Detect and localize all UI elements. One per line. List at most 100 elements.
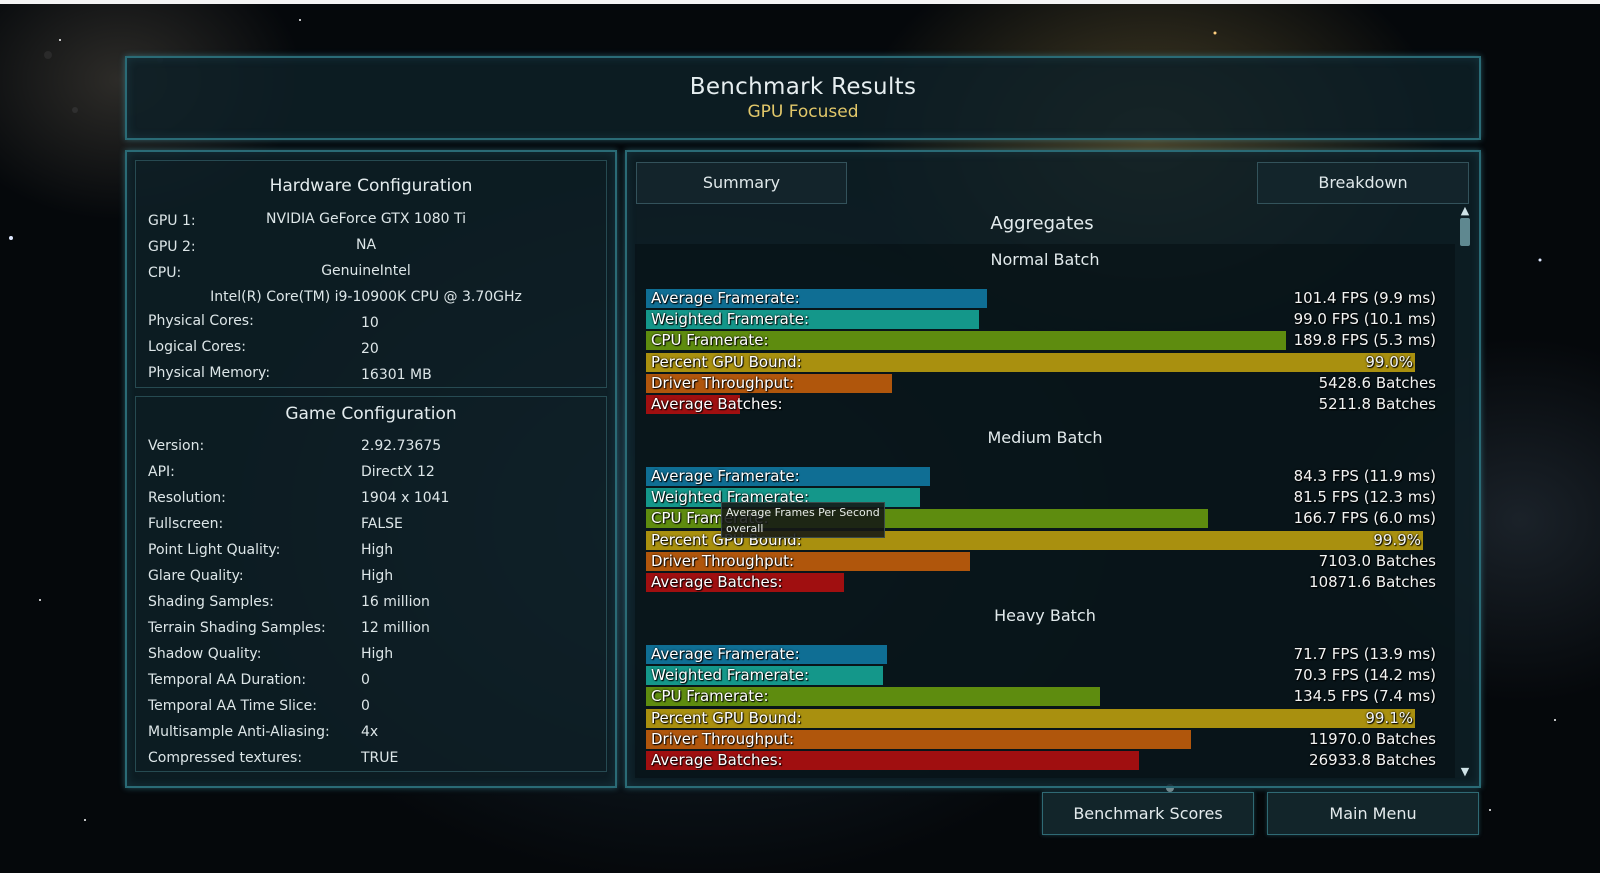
window-top-edge bbox=[0, 0, 1600, 4]
config-value: High bbox=[361, 646, 394, 662]
config-label: Multisample Anti-Aliasing: bbox=[148, 724, 330, 740]
benchmark-scores-button[interactable]: Benchmark Scores bbox=[1042, 792, 1254, 835]
page-title: Benchmark Results bbox=[689, 74, 917, 100]
hardware-configuration-title: Hardware Configuration bbox=[269, 176, 473, 196]
results-panel: Summary Breakdown Aggregates Normal Batc… bbox=[625, 150, 1481, 788]
metric-row[interactable]: Driver Throughput: 5428.6 Batches bbox=[646, 373, 1436, 393]
config-label: Version: bbox=[148, 438, 205, 454]
metric-label: CPU Framerate: bbox=[651, 331, 769, 350]
physical-cores-value: 10 bbox=[361, 315, 379, 331]
metric-row[interactable]: Percent GPU Bound: 99.0% bbox=[646, 352, 1436, 372]
metric-value: 26933.8 Batches bbox=[1309, 751, 1436, 769]
physical-memory-label: Physical Memory: bbox=[148, 365, 271, 381]
metric-label: Driver Throughput: bbox=[651, 373, 795, 392]
scroll-down-icon[interactable]: ▼ bbox=[1458, 765, 1472, 779]
cpu-model: Intel(R) Core(TM) i9-10900K CPU @ 3.70GH… bbox=[210, 289, 522, 305]
config-label: Temporal AA Duration: bbox=[148, 672, 307, 688]
metric-value: 166.7 FPS (6.0 ms) bbox=[1293, 509, 1436, 528]
tooltip-line-1: Average Frames Per Second bbox=[726, 506, 880, 519]
metric-row[interactable]: CPU Framerate: 189.8 FPS (5.3 ms) bbox=[646, 331, 1436, 351]
config-label: Fullscreen: bbox=[148, 516, 224, 532]
metric-row[interactable]: Average Framerate: 84.3 FPS (11.9 ms) bbox=[646, 467, 1436, 486]
vertical-scrollbar[interactable]: ▲ ▼ bbox=[1458, 204, 1472, 779]
metric-label: Average Framerate: bbox=[651, 289, 800, 307]
metric-row[interactable]: Percent GPU Bound: 99.1% bbox=[646, 708, 1436, 728]
metric-row[interactable]: Weighted Framerate: 99.0 FPS (10.1 ms) bbox=[646, 310, 1436, 330]
config-value: 4x bbox=[361, 724, 379, 740]
metric-row[interactable]: Driver Throughput: 7103.0 Batches bbox=[646, 551, 1436, 571]
breakdown-tab[interactable]: Breakdown bbox=[1257, 162, 1469, 204]
batch-title: Heavy Batch bbox=[994, 606, 1096, 625]
config-label: Compressed textures: bbox=[148, 750, 303, 766]
cpu-vendor: GenuineIntel bbox=[321, 263, 411, 279]
config-value: FALSE bbox=[361, 516, 403, 532]
gpu2-value: NA bbox=[355, 237, 377, 253]
metric-value: 189.8 FPS (5.3 ms) bbox=[1293, 331, 1436, 350]
batch-title: Medium Batch bbox=[987, 428, 1103, 447]
metric-label: Driver Throughput: bbox=[651, 729, 795, 748]
logical-cores-value: 20 bbox=[361, 341, 379, 357]
config-label: Glare Quality: bbox=[148, 568, 244, 584]
main-menu-button[interactable]: Main Menu bbox=[1267, 792, 1479, 835]
metric-value: 5428.6 Batches bbox=[1318, 373, 1436, 392]
metric-value: 7103.0 Batches bbox=[1318, 551, 1436, 570]
metric-value: 71.7 FPS (13.9 ms) bbox=[1293, 645, 1436, 663]
metric-label: Average Framerate: bbox=[651, 645, 800, 663]
config-value: High bbox=[361, 568, 394, 584]
tooltip-line-2: overall bbox=[726, 522, 764, 535]
hardware-configuration-section: Hardware Configuration GPU 1: NVIDIA GeF… bbox=[135, 160, 607, 388]
metric-row[interactable]: Average Framerate: 71.7 FPS (13.9 ms) bbox=[646, 645, 1436, 664]
scroll-thumb[interactable] bbox=[1460, 218, 1470, 246]
metric-value: 5211.8 Batches bbox=[1318, 395, 1436, 413]
gpu1-value: NVIDIA GeForce GTX 1080 Ti bbox=[266, 211, 466, 227]
metric-value: 99.0 FPS (10.1 ms) bbox=[1293, 310, 1436, 329]
batch-section: Heavy Batch Average Framerate: 71.7 FPS (1… bbox=[635, 600, 1455, 778]
config-label: Shading Samples: bbox=[148, 594, 274, 610]
metric-label: Driver Throughput: bbox=[651, 551, 795, 570]
batch-title: Normal Batch bbox=[990, 250, 1100, 269]
config-value: 0 bbox=[361, 698, 370, 714]
metric-label: Weighted Framerate: bbox=[651, 310, 810, 329]
metric-value: 70.3 FPS (14.2 ms) bbox=[1293, 666, 1436, 685]
header-panel: Benchmark Results GPU Focused bbox=[125, 56, 1481, 140]
metric-row[interactable]: Average Batches: 26933.8 Batches bbox=[646, 751, 1436, 770]
config-label: API: bbox=[148, 464, 175, 480]
metric-value: 101.4 FPS (9.9 ms) bbox=[1293, 289, 1436, 307]
configuration-panel: Hardware Configuration GPU 1: NVIDIA GeF… bbox=[125, 150, 617, 788]
summary-tab[interactable]: Summary bbox=[636, 162, 847, 204]
framerate-tooltip: Average Frames Per Second overall bbox=[721, 502, 885, 538]
metric-label: Average Batches: bbox=[651, 395, 783, 413]
metric-row[interactable]: Weighted Framerate: 70.3 FPS (14.2 ms) bbox=[646, 666, 1436, 686]
config-value: DirectX 12 bbox=[361, 464, 435, 480]
metric-label: Weighted Framerate: bbox=[651, 666, 810, 685]
metric-label: Percent GPU Bound: bbox=[651, 352, 802, 371]
metric-row[interactable]: Average Batches: 10871.6 Batches bbox=[646, 573, 1436, 592]
metric-value: 11970.0 Batches bbox=[1309, 729, 1436, 748]
aggregates-title: Aggregates bbox=[990, 213, 1094, 234]
config-label: Resolution: bbox=[148, 490, 226, 506]
config-label: Shadow Quality: bbox=[148, 646, 262, 662]
config-label: Temporal AA Time Slice: bbox=[148, 698, 317, 714]
config-value: 12 million bbox=[361, 620, 430, 636]
metric-label: Average Batches: bbox=[651, 751, 783, 769]
metric-row[interactable]: Driver Throughput: 11970.0 Batches bbox=[646, 729, 1436, 749]
logical-cores-label: Logical Cores: bbox=[148, 339, 246, 355]
config-value: 16 million bbox=[361, 594, 430, 610]
metric-value: 99.0% bbox=[1365, 352, 1413, 371]
config-value: 2.92.73675 bbox=[361, 438, 442, 454]
config-value: High bbox=[361, 542, 394, 558]
metric-value: 99.9% bbox=[1373, 530, 1421, 549]
game-configuration-section: Game Configuration Version: 2.92.73675 A… bbox=[135, 396, 607, 772]
scroll-up-icon[interactable]: ▲ bbox=[1458, 204, 1472, 218]
config-value: 0 bbox=[361, 672, 370, 688]
physical-cores-label: Physical Cores: bbox=[148, 313, 254, 329]
metric-value: 10871.6 Batches bbox=[1309, 573, 1436, 591]
metric-row[interactable]: Average Batches: 5211.8 Batches bbox=[646, 395, 1436, 414]
metric-row[interactable]: CPU Framerate: 134.5 FPS (7.4 ms) bbox=[646, 687, 1436, 707]
metric-label: Average Batches: bbox=[651, 573, 783, 591]
metric-row[interactable]: Average Framerate: 101.4 FPS (9.9 ms) bbox=[646, 289, 1436, 308]
metric-value: 134.5 FPS (7.4 ms) bbox=[1293, 687, 1436, 706]
metric-value: 81.5 FPS (12.3 ms) bbox=[1293, 488, 1436, 507]
metric-value: 84.3 FPS (11.9 ms) bbox=[1293, 467, 1436, 485]
metric-label: Average Framerate: bbox=[651, 467, 800, 485]
